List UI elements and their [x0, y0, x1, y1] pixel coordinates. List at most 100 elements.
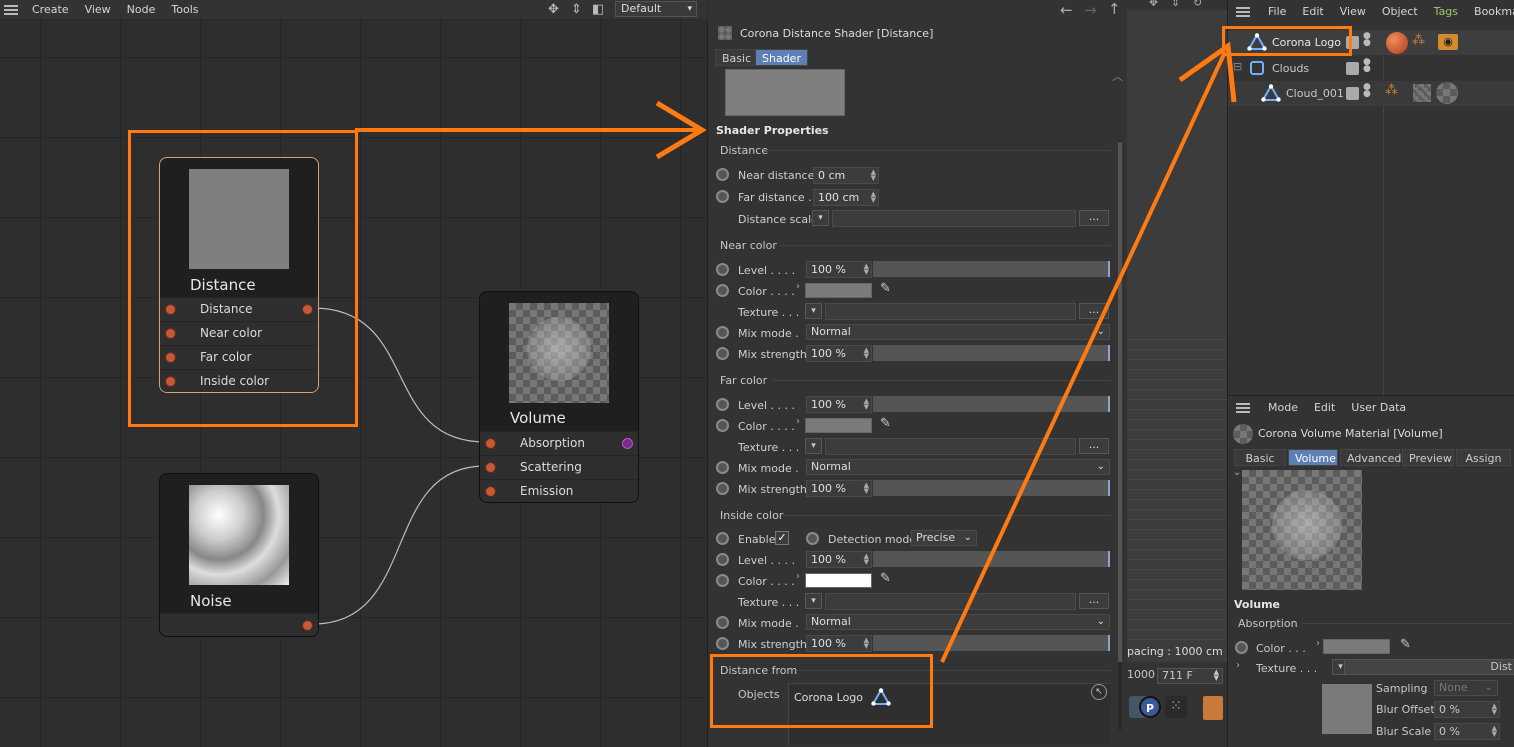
- parking-icon[interactable]: P: [1139, 696, 1161, 718]
- keyframe-radio[interactable]: [716, 284, 729, 297]
- near-mix-strength-input[interactable]: 100 % ▲ ▼: [806, 345, 872, 362]
- inside-level-slider[interactable]: [873, 551, 1110, 567]
- viewport-strip[interactable]: ✥ ⇕ ↻ pacing : 1000 cm 1000 711 F ▲ ▼ P ⁙: [1127, 0, 1227, 747]
- collapse-chevron-icon[interactable]: ⌄: [1233, 467, 1241, 478]
- hamburger-menu-icon[interactable]: [1236, 6, 1250, 17]
- visibility-dots-icon[interactable]: ● ●: [1363, 58, 1371, 74]
- expand-arrow-icon[interactable]: ›: [796, 571, 800, 582]
- blur-offset-input[interactable]: 0 % ▲ ▼: [1434, 701, 1500, 718]
- blur-scale-input[interactable]: 0 % ▲ ▼: [1434, 723, 1500, 740]
- near-level-input[interactable]: 100 % ▲ ▼: [806, 261, 872, 278]
- port-in-absorption[interactable]: [485, 438, 496, 449]
- keyframe-radio[interactable]: [716, 461, 729, 474]
- corona-tag-icon[interactable]: ⁂: [1385, 83, 1398, 98]
- keyframe-radio[interactable]: [806, 532, 819, 545]
- absorption-texture-field[interactable]: Dist: [1344, 659, 1514, 675]
- inside-color-swatch[interactable]: [805, 573, 872, 588]
- inside-mix-mode-dropdown[interactable]: Normal ⌄: [806, 614, 1110, 630]
- menu-object[interactable]: Object: [1374, 5, 1426, 18]
- noise-node[interactable]: Noise: [159, 473, 319, 637]
- far-texture-more-button[interactable]: ...: [1079, 438, 1109, 454]
- inside-texture-dropdown[interactable]: ▾: [805, 593, 822, 609]
- keyframe-radio[interactable]: [716, 637, 729, 650]
- eyedropper-icon[interactable]: ✎: [1400, 637, 1411, 652]
- far-mix-strength-input[interactable]: 100 % ▲ ▼: [806, 480, 872, 497]
- keyframe-radio[interactable]: [716, 263, 729, 276]
- keyframe-radio[interactable]: [1235, 641, 1248, 654]
- keyframe-radio[interactable]: [716, 482, 729, 495]
- enable-checkbox[interactable]: ✓: [775, 531, 789, 545]
- absorption-color-swatch[interactable]: [1323, 639, 1390, 654]
- back-arrow-icon[interactable]: ←: [1060, 1, 1073, 19]
- volume-node[interactable]: Volume Absorption Scattering Emission: [479, 291, 639, 503]
- object-row-corona-logo[interactable]: Corona Logo ● ● ⁂ ◉: [1228, 30, 1514, 55]
- node-editor[interactable]: Create View Node Tools ✥ ⇕ ◧ Default ▾ Di…: [0, 0, 707, 747]
- port-out-noise[interactable]: [302, 620, 313, 631]
- port-in-emission[interactable]: [485, 486, 496, 497]
- distance-scale-field[interactable]: [832, 210, 1076, 227]
- far-color-swatch[interactable]: [805, 418, 872, 433]
- keyframe-radio[interactable]: [716, 347, 729, 360]
- up-arrow-icon[interactable]: ↑: [1108, 0, 1121, 18]
- port-in-inside-color[interactable]: [165, 376, 176, 387]
- menu-mode[interactable]: Mode: [1260, 401, 1306, 414]
- keyframe-radio[interactable]: [716, 398, 729, 411]
- port-out-distance[interactable]: [302, 304, 313, 315]
- expand-arrow-icon[interactable]: ›: [1236, 660, 1240, 671]
- keyframe-radio[interactable]: [716, 419, 729, 432]
- object-row-cloud-001[interactable]: Cloud_001 ● ● ⁂: [1228, 81, 1514, 106]
- near-texture-more-button[interactable]: ...: [1079, 303, 1109, 319]
- tab-advanced[interactable]: Advanced: [1340, 449, 1401, 466]
- pick-object-icon[interactable]: ↖: [1091, 684, 1107, 700]
- volume-material-tag-icon[interactable]: [1436, 82, 1458, 104]
- object-name[interactable]: Corona Logo: [1272, 36, 1341, 49]
- layer-toggle-icon[interactable]: [1346, 62, 1359, 75]
- near-mix-strength-slider[interactable]: [873, 345, 1110, 361]
- menu-edit[interactable]: Edit: [1294, 5, 1331, 18]
- near-texture-field[interactable]: [825, 303, 1076, 320]
- eyedropper-icon[interactable]: ✎: [880, 416, 891, 431]
- expand-arrow-icon[interactable]: ›: [1316, 638, 1320, 649]
- menu-user-data[interactable]: User Data: [1343, 401, 1414, 414]
- keyframe-radio[interactable]: [716, 326, 729, 339]
- distance-scale-more-button[interactable]: ...: [1079, 210, 1109, 226]
- detection-mode-dropdown[interactable]: Precise ⌄: [911, 530, 977, 546]
- far-level-input[interactable]: 100 % ▲ ▼: [806, 396, 872, 413]
- far-mix-mode-dropdown[interactable]: Normal ⌄: [806, 459, 1110, 475]
- expand-arrow-icon[interactable]: ›: [796, 416, 800, 427]
- forward-arrow-icon[interactable]: →: [1084, 1, 1097, 19]
- hamburger-menu-icon[interactable]: [1236, 402, 1250, 413]
- tab-shader[interactable]: Shader: [755, 49, 808, 66]
- eyedropper-icon[interactable]: ✎: [880, 571, 891, 586]
- keyframe-radio[interactable]: [716, 532, 729, 545]
- keyframe-dots-icon[interactable]: ⁙: [1165, 696, 1187, 718]
- distance-scale-dropdown[interactable]: ▾: [812, 210, 829, 226]
- checker-tag-icon[interactable]: [1413, 84, 1431, 102]
- layer-toggle-icon[interactable]: [1346, 87, 1359, 100]
- near-texture-dropdown[interactable]: ▾: [805, 303, 822, 319]
- inside-level-input[interactable]: 100 % ▲ ▼: [806, 551, 872, 568]
- menu-view[interactable]: View: [1332, 5, 1374, 18]
- inside-texture-more-button[interactable]: ...: [1079, 593, 1109, 609]
- near-distance-input[interactable]: 0 cm ▲ ▼: [813, 167, 879, 184]
- layer-toggle-icon[interactable]: [1346, 36, 1359, 49]
- move-icon[interactable]: ✥: [1149, 0, 1158, 9]
- tab-basic[interactable]: Basic: [1234, 449, 1286, 466]
- menu-edit[interactable]: Edit: [1306, 401, 1343, 414]
- distance-node[interactable]: Distance Distance Near color Far color I…: [159, 157, 319, 393]
- near-color-swatch[interactable]: [805, 283, 872, 298]
- film-icon[interactable]: [1203, 696, 1223, 720]
- collapse-chevron-icon[interactable]: ︿: [1112, 68, 1123, 84]
- far-texture-field[interactable]: [825, 438, 1076, 455]
- collapse-tree-icon[interactable]: ⊟: [1233, 60, 1242, 73]
- far-texture-dropdown[interactable]: ▾: [805, 438, 822, 454]
- keyframe-radio[interactable]: [716, 168, 729, 181]
- visibility-dots-icon[interactable]: ● ●: [1363, 83, 1371, 99]
- keyframe-radio[interactable]: [716, 616, 729, 629]
- menu-tags[interactable]: Tags: [1426, 5, 1466, 18]
- vertical-move-icon[interactable]: ⇕: [1171, 0, 1180, 9]
- corona-tag-icon[interactable]: ⁂: [1412, 33, 1425, 48]
- port-in-scattering[interactable]: [485, 462, 496, 473]
- attr-scrollbar[interactable]: [1118, 140, 1122, 730]
- visibility-dots-icon[interactable]: ● ●: [1363, 32, 1371, 48]
